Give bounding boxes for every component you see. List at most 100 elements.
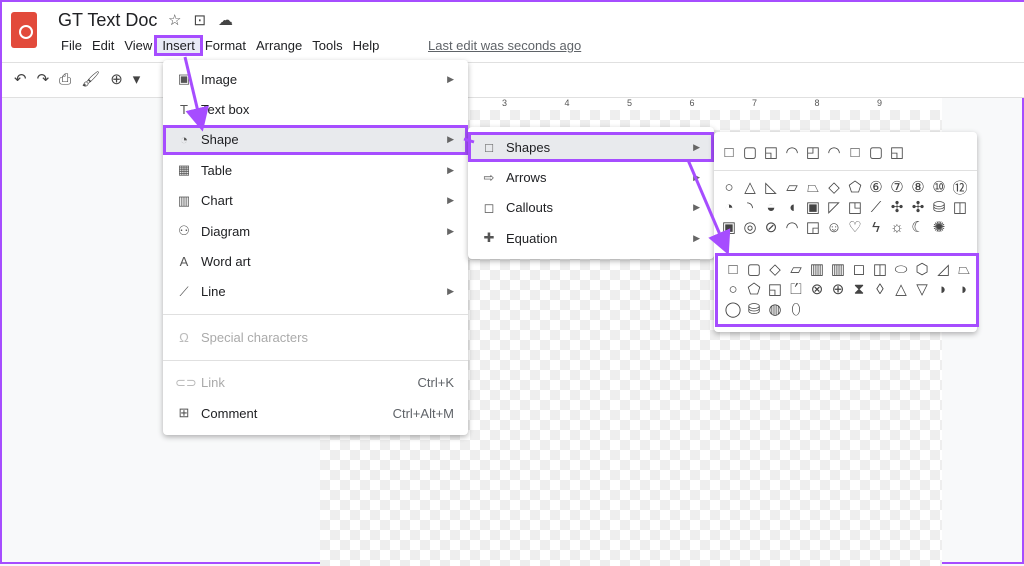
flowchart-shape-icon[interactable]: ▽	[913, 280, 931, 298]
zoom-icon[interactable]: ⊕▾	[110, 71, 150, 88]
flowchart-shape-icon[interactable]: ⬠	[745, 280, 763, 298]
basic-shape-icon[interactable]: ⟋	[867, 199, 885, 216]
shape-menu-item-equation[interactable]: ✚ Equation ▶	[468, 223, 714, 253]
basic-shape-icon[interactable]: ϟ	[867, 219, 885, 236]
rectangle-shape-icon[interactable]: ▢	[741, 143, 759, 161]
basic-shape-icon[interactable]: ⬠	[846, 178, 864, 196]
move-folder-icon[interactable]: ⊡	[193, 12, 218, 29]
flowchart-shape-icon[interactable]: △	[892, 280, 910, 298]
rectangle-shape-icon[interactable]: ◠	[783, 143, 801, 161]
basic-shape-icon[interactable]: ◎	[741, 218, 759, 236]
basic-shape-icon[interactable]: ◠	[783, 218, 801, 236]
shape-menu-item-callouts[interactable]: ◻ Callouts ▶	[468, 193, 714, 223]
flowchart-shape-icon[interactable]: ▱	[787, 260, 805, 278]
menu-format[interactable]: Format	[200, 38, 251, 53]
basic-shape-icon[interactable]: ☾	[909, 218, 927, 236]
paint-format-icon[interactable]: 🖌	[81, 71, 110, 88]
basic-shape-icon[interactable]: ⑥	[867, 178, 885, 196]
basic-shape-icon[interactable]: ⏢	[804, 179, 822, 196]
basic-shape-icon[interactable]: ◸	[825, 198, 843, 216]
flowchart-shape-icon[interactable]: ⊕	[829, 280, 847, 298]
insert-menu-item-table[interactable]: ▦ Table ▶	[163, 155, 468, 185]
basic-shape-icon[interactable]: ◇	[825, 178, 843, 196]
menu-insert[interactable]: Insert	[154, 35, 203, 56]
basic-shape-icon[interactable]: ⑧	[909, 178, 927, 196]
undo-icon[interactable]: ↶	[14, 71, 37, 88]
rectangle-shape-icon[interactable]: ◱	[762, 143, 780, 161]
basic-shape-icon[interactable]: △	[741, 178, 759, 196]
flowchart-shape-icon[interactable]: ◗	[934, 281, 952, 298]
flowchart-shape-icon[interactable]: ◗	[955, 281, 973, 298]
basic-shape-icon[interactable]: ◔	[720, 199, 738, 216]
drawings-logo-icon[interactable]	[11, 12, 37, 48]
shape-menu-item-arrows[interactable]: ⇨ Arrows ▶	[468, 162, 714, 192]
basic-shape-icon[interactable]: ♡	[846, 218, 864, 236]
flowchart-shape-icon[interactable]: ▢	[745, 260, 763, 278]
basic-shape-icon[interactable]: ◖	[783, 199, 801, 216]
basic-shape-icon[interactable]: ◲	[804, 218, 822, 236]
basic-shape-icon[interactable]: ◒	[762, 199, 780, 216]
rectangle-shape-icon[interactable]: □	[720, 144, 738, 161]
shape-menu-item-shapes[interactable]: □ Shapes ▶	[468, 132, 714, 163]
basic-shape-icon[interactable]: ✣	[909, 198, 927, 216]
document-title[interactable]: GT Text Doc	[58, 10, 157, 31]
flowchart-shape-icon[interactable]: ⬯	[787, 301, 805, 318]
flowchart-shape-icon[interactable]: ◯	[724, 300, 742, 318]
basic-shape-icon[interactable]: ◝	[741, 198, 759, 216]
menu-tools[interactable]: Tools	[307, 38, 347, 53]
flowchart-shape-icon[interactable]: ⧗	[850, 281, 868, 298]
flowchart-shape-icon[interactable]: □	[724, 261, 742, 278]
last-edit-link[interactable]: Last edit was seconds ago	[428, 38, 581, 53]
basic-shape-icon[interactable]: ▣	[804, 198, 822, 216]
basic-shape-icon[interactable]: ○	[720, 179, 738, 196]
insert-menu-item-shape[interactable]: ◔ Shape ▶	[163, 124, 468, 156]
insert-menu-item-comment[interactable]: ⊞ Comment Ctrl+Alt+M	[163, 398, 468, 428]
basic-shape-icon[interactable]: ⑫	[951, 177, 969, 198]
flowchart-shape-icon[interactable]: ○	[724, 281, 742, 298]
basic-shape-icon[interactable]: ▣	[720, 218, 738, 236]
menu-file[interactable]: File	[56, 38, 87, 53]
rectangle-shape-icon[interactable]: □	[846, 144, 864, 161]
basic-shape-icon[interactable]: ◫	[951, 198, 969, 216]
rectangle-shape-icon[interactable]: ◰	[804, 143, 822, 161]
insert-menu-item-line[interactable]: ⟋ Line ▶	[163, 277, 468, 307]
basic-shape-icon[interactable]: ⑦	[888, 178, 906, 196]
flowchart-shape-icon[interactable]: ◿	[934, 260, 952, 278]
basic-shape-icon[interactable]: ☺	[825, 219, 843, 236]
rectangle-shape-icon[interactable]: ◠	[825, 143, 843, 161]
flowchart-shape-icon[interactable]: ⏍	[787, 281, 805, 298]
rectangle-shape-icon[interactable]: ▢	[867, 143, 885, 161]
basic-shape-icon[interactable]: ⑩	[930, 178, 948, 196]
menu-help[interactable]: Help	[348, 38, 385, 53]
flowchart-shape-icon[interactable]: ▥	[808, 260, 826, 278]
insert-menu-item-word-art[interactable]: A Word art	[163, 246, 468, 276]
redo-icon[interactable]: ↷	[37, 71, 60, 88]
flowchart-shape-icon[interactable]: ◇	[766, 260, 784, 278]
basic-shape-icon[interactable]: ⛁	[930, 198, 948, 216]
print-icon[interactable]: ⎙	[59, 71, 81, 88]
insert-menu-item-image[interactable]: ▣ Image ▶	[163, 64, 468, 94]
basic-shape-icon[interactable]: ◳	[846, 198, 864, 216]
basic-shape-icon[interactable]: ⊘	[762, 218, 780, 236]
basic-shape-icon[interactable]: ▱	[783, 178, 801, 196]
basic-shape-icon[interactable]: ☼	[888, 219, 906, 236]
flowchart-shape-icon[interactable]: ⬡	[913, 260, 931, 278]
insert-menu-item-chart[interactable]: ▥ Chart ▶	[163, 186, 468, 216]
menu-edit[interactable]: Edit	[87, 38, 119, 53]
insert-menu-item-text-box[interactable]: T Text box	[163, 94, 468, 124]
basic-shape-icon[interactable]: ✺	[930, 218, 948, 236]
flowchart-shape-icon[interactable]: ◊	[871, 281, 889, 298]
rectangle-shape-icon[interactable]: ◱	[888, 143, 906, 161]
flowchart-shape-icon[interactable]: ◱	[766, 280, 784, 298]
flowchart-shape-icon[interactable]: ⛁	[745, 300, 763, 318]
flowchart-shape-icon[interactable]: ⊗	[808, 280, 826, 298]
flowchart-shape-icon[interactable]: ▥	[829, 260, 847, 278]
menu-arrange[interactable]: Arrange	[251, 38, 307, 53]
flowchart-shape-icon[interactable]: ◫	[871, 260, 889, 278]
flowchart-shape-icon[interactable]: ◍	[766, 300, 784, 318]
flowchart-shape-icon[interactable]: ⬭	[892, 261, 910, 278]
insert-menu-item-diagram[interactable]: ⚇ Diagram ▶	[163, 216, 468, 246]
star-icon[interactable]: ☆	[168, 12, 193, 29]
cloud-status-icon[interactable]: ☁	[218, 12, 245, 29]
basic-shape-icon[interactable]: ◺	[762, 178, 780, 196]
